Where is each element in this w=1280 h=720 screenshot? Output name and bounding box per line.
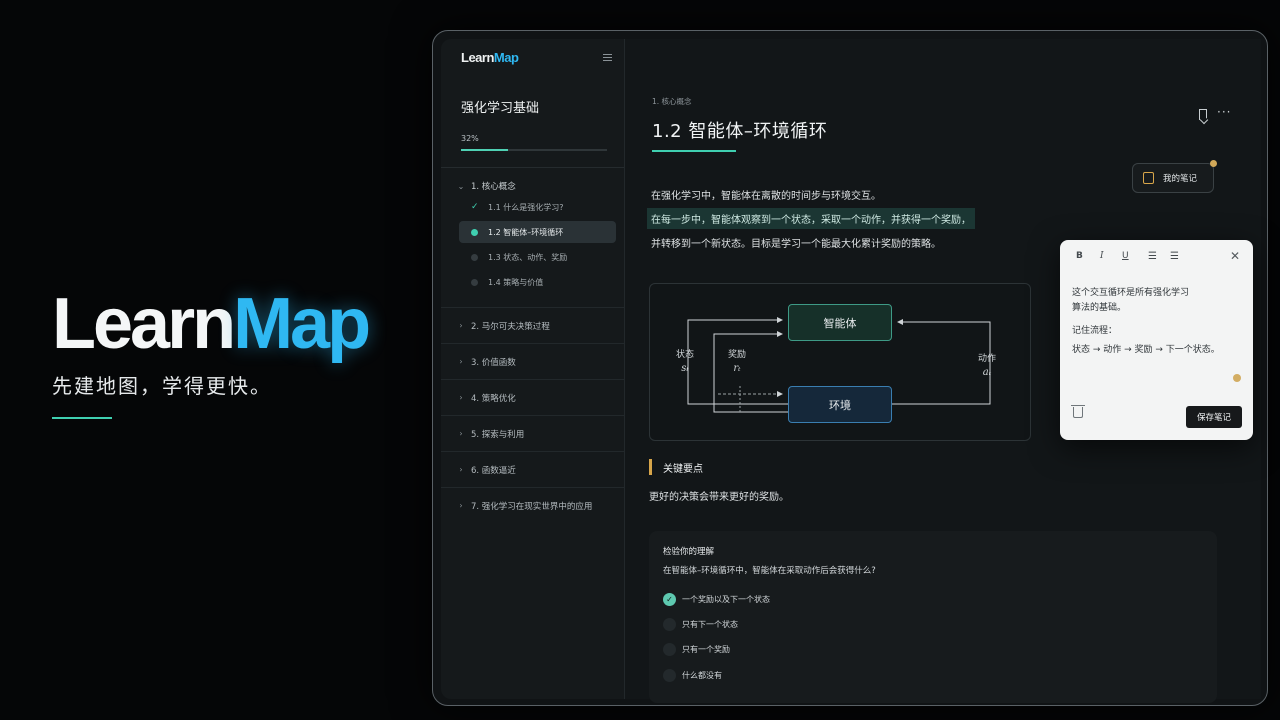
more-icon[interactable]: ···: [1217, 105, 1231, 119]
quiz-option[interactable]: 只有下一个状态: [663, 618, 738, 631]
state-label: 状态 sₜ: [676, 350, 695, 374]
trash-icon[interactable]: [1071, 405, 1085, 418]
underline-button[interactable]: U: [1122, 251, 1129, 261]
chapter-3[interactable]: › 3. 价值函数: [441, 343, 624, 379]
radio-icon[interactable]: [663, 643, 676, 656]
chapter-label: 7. 强化学习在现实世界中的应用: [471, 501, 593, 512]
note-color-dot: [1233, 374, 1241, 382]
radio-icon[interactable]: [663, 618, 676, 631]
numbered-list-icon[interactable]: ☰: [1170, 251, 1179, 262]
key-points-bar: [649, 459, 652, 475]
sidebar-item-1-2[interactable]: 1.2 智能体–环境循环: [459, 221, 616, 243]
chevron-right-icon: ›: [459, 393, 463, 402]
check-circle-icon[interactable]: ✓: [663, 593, 676, 606]
bold-button[interactable]: B: [1076, 251, 1083, 261]
sidebar-item-1-4[interactable]: 1.4 策略与价值: [459, 271, 616, 293]
hero-logo: LearnMap: [52, 288, 412, 360]
hero-divider: [52, 417, 112, 419]
chapter-2[interactable]: › 2. 马尔可夫决策过程: [441, 307, 624, 343]
sidebar-item-1-1[interactable]: ✓ 1.1 什么是强化学习?: [459, 196, 616, 218]
quiz-option-label: 只有一个奖励: [682, 645, 730, 654]
quiz-title: 检验你的理解: [663, 547, 715, 557]
environment-box: 环境: [788, 386, 892, 423]
save-note-button[interactable]: 保存笔记: [1186, 406, 1242, 428]
highlighted-paragraph[interactable]: 在每一步中，智能体观察到一个状态，采取一个动作，并获得一个奖励，: [647, 208, 975, 229]
chevron-right-icon: ›: [459, 429, 463, 438]
course-title: 强化学习基础: [461, 101, 540, 116]
breadcrumb[interactable]: 1. 核心概念: [652, 96, 692, 107]
chapter-label: 3. 价值函数: [471, 357, 516, 368]
notes-panel: B I U ☰ ☰ ✕ 这个交互循环是所有强化学习 算法的基础。 记住流程： 状…: [1060, 240, 1253, 440]
active-dot-icon: [471, 228, 478, 236]
chapter-1[interactable]: ⌄ 1. 核心概念: [457, 180, 624, 193]
sidebar-item-1-3[interactable]: 1.3 状态、动作、奖励: [459, 246, 616, 268]
quiz-option[interactable]: 只有一个奖励: [663, 643, 730, 656]
chevron-right-icon: ›: [459, 357, 463, 366]
action-label: 动作 aₜ: [978, 354, 997, 378]
progress-bar: [461, 149, 607, 151]
sidebar-item-label: 1.1 什么是强化学习?: [488, 202, 564, 212]
title-underline: [652, 150, 736, 152]
quiz-option-label: 什么都没有: [682, 671, 722, 680]
check-icon: ✓: [471, 202, 479, 212]
reward-label: 奖励 rₜ: [728, 350, 747, 374]
sidebar-item-label: 1.2 智能体–环境循环: [488, 227, 564, 237]
sidebar-item-label: 1.4 策略与价值: [488, 277, 544, 287]
progress-label: 32%: [461, 134, 479, 143]
note-icon: [1143, 172, 1154, 184]
hero-logo-learn: Learn: [52, 284, 236, 364]
quiz-option-label: 一个奖励以及下一个状态: [682, 595, 770, 604]
quiz-option[interactable]: ✓ 一个奖励以及下一个状态: [663, 593, 770, 606]
chapter-label: 2. 马尔可夫决策过程: [471, 321, 550, 332]
close-icon[interactable]: ✕: [1230, 249, 1240, 263]
key-points-title: 关键要点: [663, 464, 703, 475]
hero-tagline: 先建地图，学得更快。: [52, 374, 272, 398]
chevron-right-icon: ›: [459, 465, 463, 474]
menu-icon[interactable]: [603, 53, 612, 61]
quiz-card: 检验你的理解 在智能体–环境循环中，智能体在采取动作后会获得什么? ✓ 一个奖励以…: [649, 531, 1217, 703]
chevron-down-icon: ⌄: [457, 181, 465, 191]
chapter-6[interactable]: › 6. 函数逼近: [441, 451, 624, 487]
key-points-text: 更好的决策会带来更好的奖励。: [649, 492, 789, 503]
note-line-3[interactable]: 记住流程：: [1072, 324, 1117, 339]
my-notes-label: 我的笔记: [1163, 174, 1198, 184]
dot-icon: [471, 253, 478, 261]
chevron-right-icon: ›: [459, 501, 463, 510]
italic-button[interactable]: I: [1100, 251, 1104, 261]
paragraph-1: 在强化学习中，智能体在离散的时间步与环境交互。: [651, 191, 881, 202]
agent-box: 智能体: [788, 304, 892, 341]
sidebar: LearnMap 强化学习基础 32% ⌄ 1. 核心概念 ✓ 1.1 什么是强化…: [441, 39, 625, 699]
my-notes-button[interactable]: 我的笔记: [1132, 163, 1214, 193]
note-line-2[interactable]: 算法的基础。: [1072, 301, 1126, 316]
chapter-label: 6. 函数逼近: [471, 465, 516, 476]
agent-environment-diagram: 智能体 环境 状态 sₜ 奖励 rₜ 动作 aₜ: [649, 283, 1031, 441]
bullet-list-icon[interactable]: ☰: [1148, 251, 1157, 262]
notes-indicator-dot: [1210, 160, 1217, 167]
sidebar-logo[interactable]: LearnMap: [461, 50, 519, 65]
chapter-label: 1. 核心概念: [471, 182, 516, 192]
sidebar-item-label: 1.3 状态、动作、奖励: [488, 252, 568, 262]
bookmark-icon[interactable]: [1199, 109, 1207, 120]
quiz-question: 在智能体–环境循环中，智能体在采取动作后会获得什么?: [663, 566, 876, 576]
hero-logo-map: Map: [233, 284, 371, 364]
dot-icon: [471, 278, 478, 286]
radio-icon[interactable]: [663, 669, 676, 682]
chapter-4[interactable]: › 4. 策略优化: [441, 379, 624, 415]
chapter-label: 4. 策略优化: [471, 393, 516, 404]
quiz-option-label: 只有下一个状态: [682, 620, 738, 629]
note-line-1[interactable]: 这个交互循环是所有强化学习: [1072, 286, 1189, 301]
quiz-option[interactable]: 什么都没有: [663, 669, 722, 682]
chevron-right-icon: ›: [459, 321, 463, 330]
page-title: 1.2 智能体–环境循环: [652, 121, 828, 142]
chapter-label: 5. 探索与利用: [471, 429, 525, 440]
hero: LearnMap 先建地图，学得更快。: [52, 288, 412, 419]
note-line-4[interactable]: 状态 → 动作 → 奖励 → 下一个状态。: [1072, 343, 1220, 358]
chapter-7[interactable]: › 7. 强化学习在现实世界中的应用: [441, 487, 624, 523]
chapter-5[interactable]: › 5. 探索与利用: [441, 415, 624, 451]
paragraph-3: 并转移到一个新状态。目标是学习一个能最大化累计奖励的策略。: [651, 239, 941, 250]
progress-fill: [461, 149, 508, 151]
